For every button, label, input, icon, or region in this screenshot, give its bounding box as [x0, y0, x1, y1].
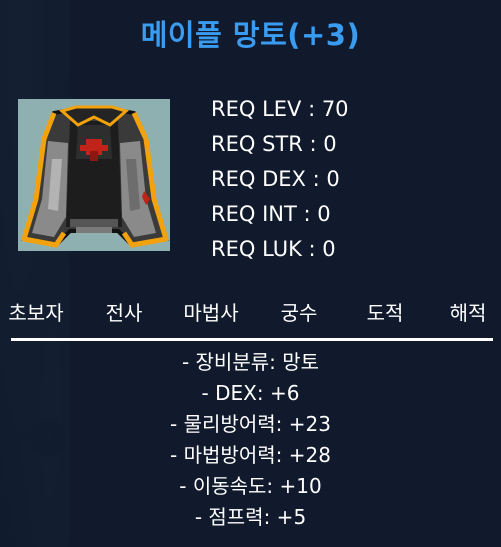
item-stats-list: - 장비분류: 망토 - DEX: +6 - 물리방어력: +23 - 마법방어… [0, 347, 501, 533]
job-bowman: 궁수 [280, 301, 318, 325]
stat-dex: - DEX: +6 [201, 381, 300, 405]
item-icon-frame [18, 99, 170, 251]
req-int: REQ INT : 0 [211, 202, 331, 226]
cape-icon [21, 105, 169, 248]
stat-jump: - 점프력: +5 [194, 505, 307, 529]
req-level: REQ LEV : 70 [211, 97, 349, 121]
requirements-list: REQ LEV : 70 REQ STR : 0 REQ DEX : 0 REQ… [211, 92, 349, 267]
stat-weapon-def: - 물리방어력: +23 [170, 412, 331, 436]
job-pirate: 해적 [449, 301, 487, 325]
stat-speed: - 이동속도: +10 [179, 474, 322, 498]
stat-category: - 장비분류: 망토 [181, 350, 320, 374]
section-divider [11, 338, 493, 341]
job-thief: 도적 [366, 301, 404, 325]
job-warrior: 전사 [105, 301, 143, 325]
job-magician: 마법사 [183, 301, 239, 325]
req-luk: REQ LUK : 0 [211, 237, 336, 261]
item-tooltip-stage: 메이플 망토(+3) REQ LEV: 70 REQ STR: 0 REQ … [0, 0, 501, 547]
item-tooltip-panel: 메이플 망토(+3) REQ LEV: 70 REQ STR: 0 REQ … [0, 0, 501, 547]
item-name: 메이플 망토(+3) [140, 18, 361, 52]
job-list: 초보자 전사 마법사 궁수 도적 해적 [0, 298, 501, 330]
req-dex: REQ DEX : 0 [211, 167, 340, 191]
stat-magic-def: - 마법방어력: +28 [170, 443, 331, 467]
job-beginner: 초보자 [8, 301, 64, 325]
req-str: REQ STR : 0 [211, 132, 337, 156]
